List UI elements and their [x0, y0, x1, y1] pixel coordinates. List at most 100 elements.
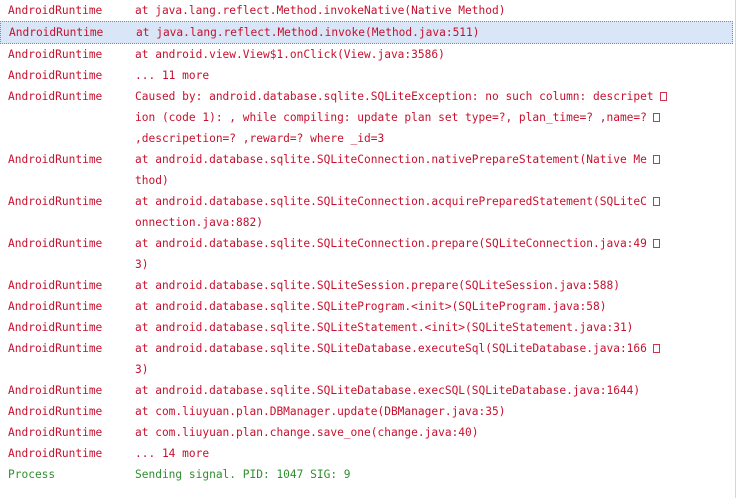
log-message: Caused by: android.database.sqlite.SQLit… — [135, 86, 735, 149]
log-message-text: at com.liuyuan.plan.change.save_one(chan… — [135, 426, 479, 439]
line-wrap-icon — [652, 344, 660, 353]
log-message-text: Caused by: android.database.sqlite.SQLit… — [135, 90, 654, 103]
log-row[interactable]: AndroidRuntime at android.database.sqlite… — [0, 317, 735, 338]
log-message-text: 3) — [135, 258, 149, 271]
log-row[interactable]: AndroidRuntime at com.liuyuan.plan.change… — [0, 422, 735, 443]
log-message-text: at java.lang.reflect.Method.invoke(Metho… — [136, 26, 480, 39]
logcat-panel[interactable]: AndroidRuntime at java.lang.reflect.Metho… — [0, 0, 736, 498]
log-row[interactable]: AndroidRuntime at android.database.sqlite… — [0, 275, 735, 296]
log-message-text: at java.lang.reflect.Method.invokeNative… — [135, 4, 506, 17]
log-message-line: ... 11 more — [135, 65, 735, 86]
log-tag: AndroidRuntime — [8, 279, 103, 292]
log-message-line: 3) — [135, 254, 735, 275]
log-tag: AndroidRuntime — [8, 153, 103, 166]
log-message-text: 3) — [135, 363, 149, 376]
log-message-text: thod) — [135, 174, 169, 187]
log-message-text: at android.database.sqlite.SQLiteConnect… — [135, 153, 647, 166]
log-row[interactable]: AndroidRuntime at android.database.sqlite… — [0, 338, 735, 380]
log-message-text: at android.database.sqlite.SQLiteDatabas… — [135, 342, 647, 355]
log-message-line: ,descripetion=? ,reward=? where _id=3 — [135, 128, 735, 149]
log-message-line: ion (code 1): , while compiling: update … — [135, 107, 735, 128]
log-message-line: ... 14 more — [135, 443, 735, 464]
log-tag: AndroidRuntime — [8, 342, 103, 355]
log-tag: AndroidRuntime — [8, 90, 103, 103]
log-message-line: Caused by: android.database.sqlite.SQLit… — [135, 86, 735, 107]
log-message-line: at android.database.sqlite.SQLiteDatabas… — [135, 338, 735, 359]
log-message-line: at android.database.sqlite.SQLiteStateme… — [135, 317, 735, 338]
log-message-line: at java.lang.reflect.Method.invokeNative… — [135, 0, 735, 21]
log-message-text: ,descripetion=? ,reward=? where _id=3 — [135, 132, 385, 145]
log-message-line: Sending signal. PID: 1047 SIG: 9 — [135, 464, 735, 485]
log-row[interactable]: Process Sending signal. PID: 1047 SIG: 9 — [0, 464, 735, 485]
log-message-text: ... 11 more — [135, 69, 210, 82]
log-tag: AndroidRuntime — [8, 195, 103, 208]
log-row[interactable]: AndroidRuntime ... 11 more — [0, 65, 735, 86]
log-row[interactable]: AndroidRuntime Caused by: android.databas… — [0, 86, 735, 149]
log-message-line: 3) — [135, 359, 735, 380]
log-row[interactable]: AndroidRuntime at java.lang.reflect.Metho… — [0, 0, 735, 21]
log-message: at android.database.sqlite.SQLiteDatabas… — [135, 380, 735, 401]
log-row[interactable]: AndroidRuntime at android.database.sqlite… — [0, 233, 735, 275]
log-message-text: at android.database.sqlite.SQLiteStateme… — [135, 321, 634, 334]
log-row[interactable]: AndroidRuntime at android.database.sqlite… — [0, 296, 735, 317]
log-message: at com.liuyuan.plan.DBManager.update(DBM… — [135, 401, 735, 422]
log-tag: AndroidRuntime — [8, 426, 103, 439]
log-row[interactable]: AndroidRuntime at com.liuyuan.plan.DBMana… — [0, 401, 735, 422]
log-message: at android.database.sqlite.SQLiteConnect… — [135, 233, 735, 275]
log-row[interactable]: AndroidRuntime at android.database.sqlite… — [0, 380, 735, 401]
log-message: at android.database.sqlite.SQLiteProgram… — [135, 296, 735, 317]
log-message: at com.liuyuan.plan.change.save_one(chan… — [135, 422, 735, 443]
line-wrap-icon — [652, 239, 660, 248]
log-message-line: thod) — [135, 170, 735, 191]
log-tag: AndroidRuntime — [8, 321, 103, 334]
log-tag: AndroidRuntime — [8, 4, 103, 17]
log-tag: AndroidRuntime — [8, 48, 103, 61]
log-row[interactable]: AndroidRuntime at android.database.sqlite… — [0, 191, 735, 233]
log-message: at android.database.sqlite.SQLiteSession… — [135, 275, 735, 296]
log-message-line: at android.database.sqlite.SQLiteConnect… — [135, 233, 735, 254]
log-message-text: at android.database.sqlite.SQLiteConnect… — [135, 195, 647, 208]
log-message: at android.database.sqlite.SQLiteStateme… — [135, 317, 735, 338]
log-message: at java.lang.reflect.Method.invokeNative… — [135, 0, 735, 21]
log-message-line: at android.database.sqlite.SQLiteSession… — [135, 275, 735, 296]
log-message-line: onnection.java:882) — [135, 212, 735, 233]
log-message-text: at android.view.View$1.onClick(View.java… — [135, 48, 445, 61]
log-message-text: Sending signal. PID: 1047 SIG: 9 — [135, 468, 351, 481]
log-tag: Process — [8, 468, 56, 481]
log-tag: AndroidRuntime — [8, 384, 103, 397]
log-message-line: at android.database.sqlite.SQLiteProgram… — [135, 296, 735, 317]
log-message-text: at android.database.sqlite.SQLiteConnect… — [135, 237, 647, 250]
log-message-line: at com.liuyuan.plan.change.save_one(chan… — [135, 422, 735, 443]
log-message-text: ... 14 more — [135, 447, 210, 460]
log-message: ... 11 more — [135, 65, 735, 86]
log-tag: AndroidRuntime — [9, 26, 104, 39]
line-wrap-icon — [659, 92, 667, 101]
log-tag: AndroidRuntime — [8, 69, 103, 82]
log-message: Sending signal. PID: 1047 SIG: 9 — [135, 464, 735, 485]
log-message-text: ion (code 1): , while compiling: update … — [135, 111, 647, 124]
log-message-text: at android.database.sqlite.SQLiteSession… — [135, 279, 620, 292]
log-message: at android.database.sqlite.SQLiteConnect… — [135, 149, 735, 191]
log-message: at android.view.View$1.onClick(View.java… — [135, 44, 735, 65]
log-tag: AndroidRuntime — [8, 300, 103, 313]
log-row[interactable]: AndroidRuntime at android.view.View$1.onC… — [0, 44, 735, 65]
log-message-line: at java.lang.reflect.Method.invoke(Metho… — [136, 22, 732, 43]
log-message-line: at android.database.sqlite.SQLiteDatabas… — [135, 380, 735, 401]
log-message: at android.database.sqlite.SQLiteDatabas… — [135, 338, 735, 380]
log-row[interactable]: AndroidRuntime at android.database.sqlite… — [0, 149, 735, 191]
log-tag: AndroidRuntime — [8, 237, 103, 250]
log-message: at android.database.sqlite.SQLiteConnect… — [135, 191, 735, 233]
line-wrap-icon — [652, 113, 660, 122]
log-message-line: at com.liuyuan.plan.DBManager.update(DBM… — [135, 401, 735, 422]
log-message-line: at android.database.sqlite.SQLiteConnect… — [135, 149, 735, 170]
log-message: at java.lang.reflect.Method.invoke(Metho… — [136, 22, 732, 43]
log-tag: AndroidRuntime — [8, 405, 103, 418]
log-message-line: at android.view.View$1.onClick(View.java… — [135, 44, 735, 65]
log-message: ... 14 more — [135, 443, 735, 464]
log-row[interactable]: AndroidRuntime at java.lang.reflect.Metho… — [0, 21, 733, 44]
line-wrap-icon — [652, 155, 660, 164]
log-message-text: onnection.java:882) — [135, 216, 263, 229]
log-row[interactable]: AndroidRuntime ... 14 more — [0, 443, 735, 464]
log-message-text: at android.database.sqlite.SQLiteDatabas… — [135, 384, 641, 397]
log-tag: AndroidRuntime — [8, 447, 103, 460]
